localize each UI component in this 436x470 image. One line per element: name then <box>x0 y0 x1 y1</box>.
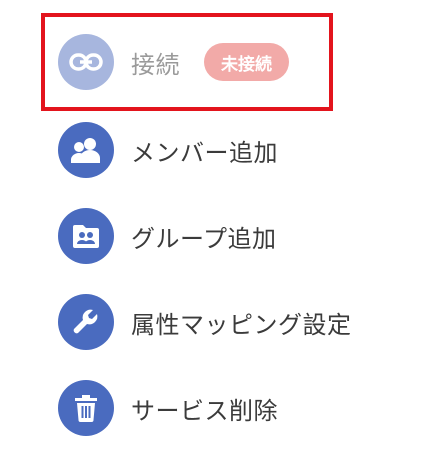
add-group-menu-item[interactable]: グループ追加 <box>58 206 398 266</box>
status-badge: 未接続 <box>204 43 289 81</box>
people-icon <box>58 122 114 178</box>
add-group-label: グループ追加 <box>131 224 277 253</box>
delete-service-menu-item[interactable]: サービス削除 <box>58 378 398 438</box>
group-folder-icon <box>58 208 114 264</box>
connect-label: 接続 <box>131 50 180 79</box>
add-member-label: メンバー追加 <box>131 138 278 167</box>
trash-icon <box>58 380 114 436</box>
attribute-mapping-menu-item[interactable]: 属性マッピング設定 <box>58 292 398 352</box>
service-actions-menu: 接続 未接続 メンバー追加 グループ追加 属性マッピング設定 サービス削除 <box>0 0 436 470</box>
add-member-menu-item[interactable]: メンバー追加 <box>58 120 398 180</box>
connect-menu-item[interactable]: 接続 未接続 <box>58 32 398 92</box>
delete-service-label: サービス削除 <box>131 396 278 425</box>
wrench-icon <box>58 294 114 350</box>
link-icon <box>58 34 114 90</box>
attribute-mapping-label: 属性マッピング設定 <box>131 310 352 339</box>
